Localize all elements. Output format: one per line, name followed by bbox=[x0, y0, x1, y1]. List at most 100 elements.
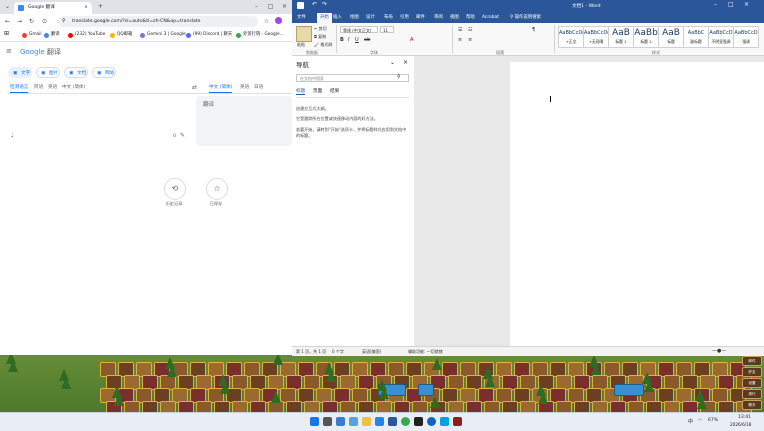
word-close-icon[interactable]: × bbox=[744, 1, 749, 8]
game-menu-button[interactable]: 聊天 bbox=[742, 400, 762, 410]
nav-close-icon[interactable]: × bbox=[403, 59, 408, 66]
qq-icon[interactable] bbox=[440, 417, 449, 426]
zoom-slider[interactable]: —●— bbox=[712, 347, 726, 356]
ribbon-tab[interactable]: 插入 bbox=[333, 13, 342, 23]
font-size-box[interactable]: 11 bbox=[380, 26, 394, 33]
ribbon-tab[interactable]: 文件 bbox=[297, 13, 306, 23]
style-5[interactable]: AaBbC 副标题 bbox=[683, 26, 709, 48]
ime-indicator[interactable]: 中 bbox=[688, 418, 693, 425]
site-info-icon[interactable]: ⊙ bbox=[40, 17, 49, 26]
bookmark-item[interactable]: (232) YouTube bbox=[68, 31, 105, 39]
strikethrough-button[interactable]: ab bbox=[364, 37, 370, 43]
mode-3[interactable]: ▣ 网站 bbox=[92, 67, 116, 78]
bullets-icon[interactable]: ☰ bbox=[458, 27, 462, 33]
main-menu-icon[interactable]: ≡ bbox=[6, 47, 12, 55]
terminal-icon[interactable] bbox=[414, 417, 423, 426]
source-text-area[interactable]: ♩ 0 ✎ bbox=[8, 96, 190, 146]
ribbon-tab[interactable]: 审阅 bbox=[434, 13, 443, 23]
source-lang-0[interactable]: 检测语言 bbox=[10, 84, 29, 93]
word-taskbar-icon[interactable] bbox=[388, 417, 397, 426]
ribbon-tab[interactable]: 帮助 bbox=[466, 13, 475, 23]
microphone-icon[interactable]: ♩ bbox=[11, 132, 14, 139]
mode-1[interactable]: ▣ 图片 bbox=[36, 67, 60, 78]
close-window-icon[interactable]: × bbox=[280, 2, 289, 11]
style-2[interactable]: AaB 标题 1 bbox=[608, 26, 634, 48]
ribbon-tab[interactable]: 引用 bbox=[400, 13, 409, 23]
maximize-icon[interactable]: □ bbox=[266, 2, 275, 11]
document-page[interactable] bbox=[510, 62, 764, 346]
edit-icon[interactable]: ✎ bbox=[180, 132, 185, 139]
game-menu-button[interactable]: 邮件 bbox=[742, 356, 762, 366]
address-bar[interactable]: ⚲ translate.google.com/?sl=auto&tl=zh-CN… bbox=[58, 16, 258, 27]
tab-search-icon[interactable]: ⌄ bbox=[3, 2, 12, 11]
google-translate-logo[interactable]: Google 翻译 bbox=[20, 47, 61, 57]
clock-date[interactable]: 2026/6/18 bbox=[730, 422, 751, 427]
widgets-icon[interactable] bbox=[349, 417, 358, 426]
wifi-icon[interactable]: ◠ bbox=[698, 418, 702, 424]
apps-grid-icon[interactable]: ⊞ bbox=[4, 30, 9, 37]
source-lang-3[interactable]: 中文 (简体) bbox=[62, 84, 85, 92]
new-tab-button[interactable]: + bbox=[96, 2, 105, 11]
battery-status[interactable]: 67% bbox=[708, 418, 718, 423]
bookmark-item[interactable]: Gmail bbox=[22, 31, 42, 39]
history-button[interactable]: ⟲ bbox=[164, 178, 186, 200]
task-view-icon[interactable] bbox=[336, 417, 345, 426]
nav-search-input[interactable]: 在文档中搜索 bbox=[296, 74, 409, 82]
saved-button[interactable]: ☆ bbox=[206, 178, 228, 200]
style-0[interactable]: AaBbCcDd +正文 bbox=[558, 26, 585, 48]
swap-languages-icon[interactable]: ⇄ bbox=[192, 84, 197, 91]
minimize-icon[interactable]: – bbox=[252, 2, 261, 11]
bookmark-item[interactable]: 翻译 bbox=[44, 31, 60, 39]
word-maximize-icon[interactable]: □ bbox=[728, 1, 734, 8]
start-icon[interactable] bbox=[310, 417, 319, 426]
word-count[interactable]: 0 个字 bbox=[332, 347, 344, 356]
source-lang-2[interactable]: 英语 bbox=[48, 84, 57, 92]
bookmark-item[interactable]: Gemini 3 | Google... bbox=[140, 31, 190, 39]
game-menu-button[interactable]: 好友 bbox=[742, 367, 762, 377]
paste-button[interactable]: 粘贴 bbox=[297, 42, 305, 48]
ribbon-tab[interactable]: 设计 bbox=[366, 13, 375, 23]
copy-button[interactable]: ⧉ 复制 bbox=[314, 34, 326, 40]
reload-icon[interactable]: ↻ bbox=[27, 17, 36, 26]
redo-icon[interactable]: ↷ bbox=[322, 1, 327, 8]
game-menu-button[interactable]: 设置 bbox=[742, 378, 762, 388]
forward-icon[interactable]: → bbox=[15, 17, 24, 26]
target-lang-1[interactable]: 英语 bbox=[240, 84, 249, 92]
word-minimize-icon[interactable]: – bbox=[714, 1, 717, 8]
center-icon[interactable]: ≡ bbox=[468, 37, 472, 43]
profile-avatar[interactable] bbox=[274, 17, 283, 26]
style-6[interactable]: AaBbCcD 不明显强调 bbox=[708, 26, 734, 48]
italic-button[interactable]: I bbox=[348, 37, 349, 43]
back-icon[interactable]: ← bbox=[3, 17, 12, 26]
mode-0[interactable]: ▣ 文字 bbox=[8, 67, 32, 78]
tell-me-search[interactable]: ⚲ 操作说明搜索 bbox=[510, 13, 541, 23]
target-lang-0[interactable]: 中文 (简体) bbox=[209, 84, 233, 93]
font-color-button[interactable]: A bbox=[410, 37, 413, 43]
bookmark-item[interactable]: (99) Discord | 聊天 bbox=[186, 31, 232, 39]
clock-time[interactable]: 13:41 bbox=[738, 415, 751, 420]
target-lang-2[interactable]: 日语 bbox=[254, 84, 263, 92]
ribbon-tab[interactable]: 绘图 bbox=[350, 13, 359, 23]
accessibility-status[interactable]: 辅助功能: 一切就绪 bbox=[408, 347, 443, 356]
show-marks-icon[interactable]: ¶ bbox=[532, 27, 535, 33]
tab-google-translate[interactable]: Google 翻译 × bbox=[14, 2, 92, 14]
cut-button[interactable]: ✂ 剪切 bbox=[314, 26, 327, 32]
undo-icon[interactable]: ↶ bbox=[312, 1, 317, 8]
numbering-icon[interactable]: ☷ bbox=[468, 27, 472, 33]
file-explorer-icon[interactable] bbox=[362, 417, 371, 426]
ribbon-tab[interactable]: 布局 bbox=[384, 13, 393, 23]
format-painter-button[interactable]: 🖌 格式刷 bbox=[314, 42, 332, 48]
language-status[interactable]: 英语(美国) bbox=[362, 347, 381, 356]
nav-tab[interactable]: 结果 bbox=[330, 88, 339, 94]
autosave-icon[interactable] bbox=[297, 2, 304, 9]
source-lang-1[interactable]: 阿语 bbox=[34, 84, 43, 92]
ribbon-tab[interactable]: 视图 bbox=[450, 13, 459, 23]
nav-tab[interactable]: 标题 bbox=[296, 88, 306, 95]
game-taskbar-icon[interactable] bbox=[453, 417, 462, 426]
bookmark-item[interactable]: QQ邮箱 bbox=[110, 31, 132, 39]
ribbon-tab[interactable]: 邮件 bbox=[416, 13, 425, 23]
game-menu-button[interactable]: 排行 bbox=[742, 389, 762, 399]
chrome-taskbar-icon[interactable] bbox=[401, 417, 410, 426]
paste-icon[interactable] bbox=[296, 26, 312, 42]
style-7[interactable]: AaBbCcD 强调 bbox=[733, 26, 759, 48]
